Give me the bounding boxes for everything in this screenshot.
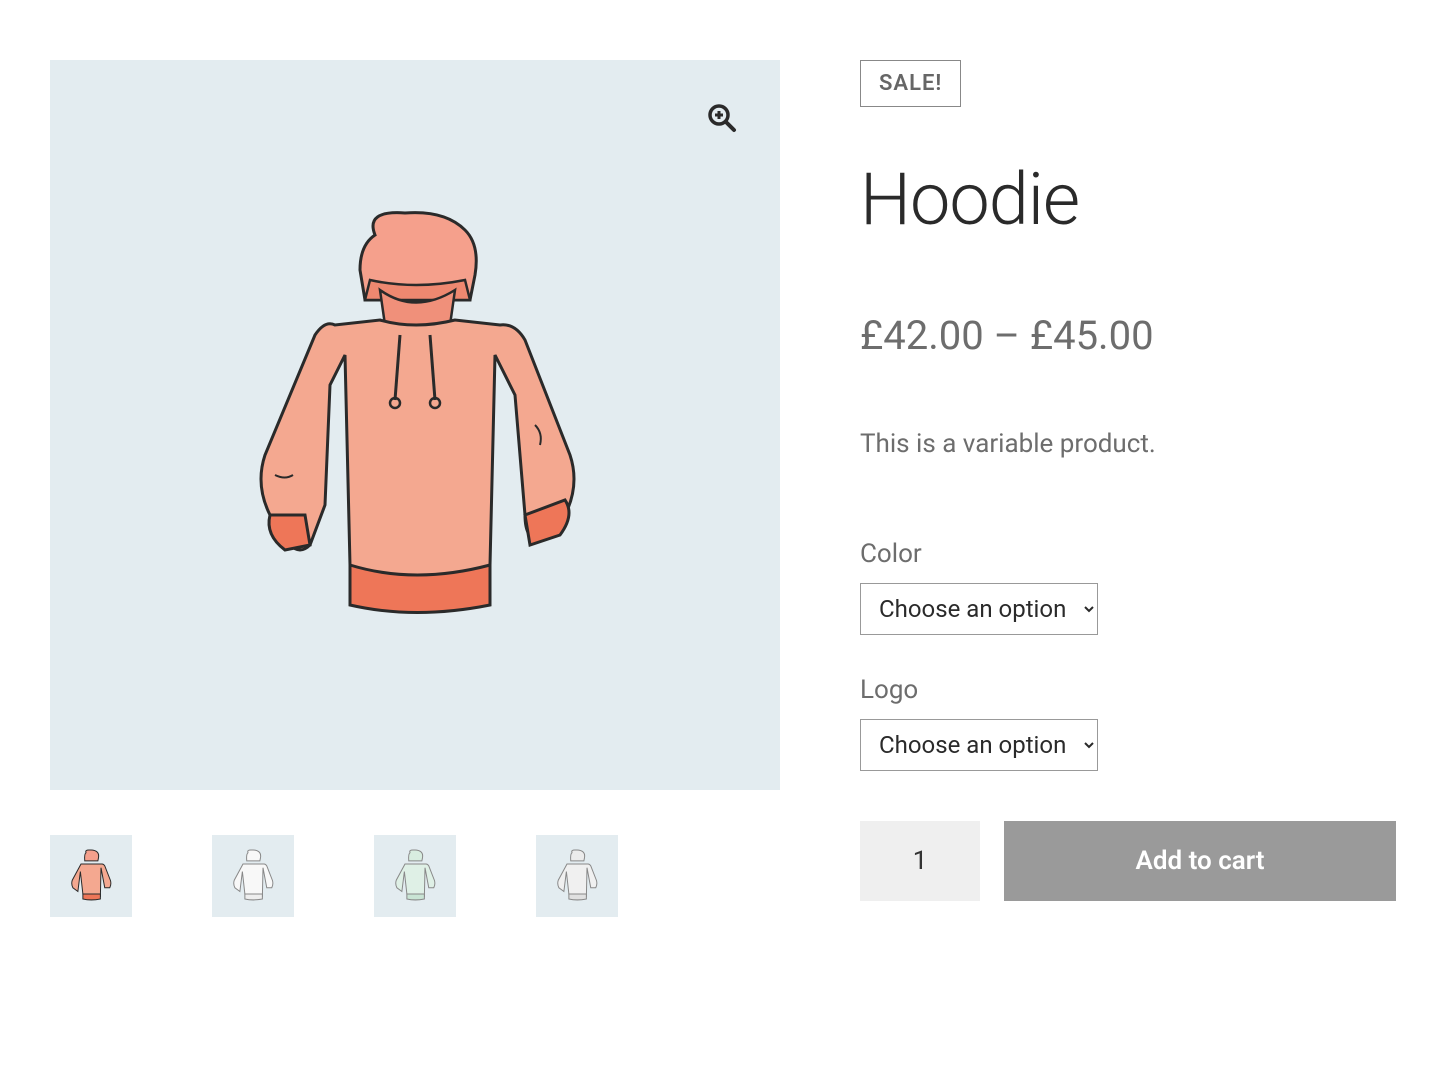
main-product-image[interactable]: [50, 60, 780, 790]
logo-select[interactable]: Choose an option: [860, 719, 1098, 771]
color-label: Color: [860, 539, 1396, 569]
thumbnail-3[interactable]: [374, 835, 456, 917]
zoom-in-icon[interactable]: [704, 100, 740, 136]
quantity-input[interactable]: [860, 821, 980, 901]
thumbnail-1[interactable]: [50, 835, 132, 917]
color-select[interactable]: Choose an option: [860, 583, 1098, 635]
product-gallery: [50, 60, 780, 917]
thumbnail-row: [50, 835, 780, 917]
price-range: £42.00 – £45.00: [860, 312, 1396, 359]
hoodie-illustration: [215, 205, 615, 645]
thumbnail-4[interactable]: [536, 835, 618, 917]
sale-badge: SALE!: [860, 60, 961, 107]
thumbnail-2[interactable]: [212, 835, 294, 917]
product-description: This is a variable product.: [860, 429, 1396, 459]
product-info: SALE! Hoodie £42.00 – £45.00 This is a v…: [860, 60, 1396, 917]
product-title: Hoodie: [860, 157, 1396, 242]
logo-label: Logo: [860, 675, 1396, 705]
add-to-cart-button[interactable]: Add to cart: [1004, 821, 1396, 901]
